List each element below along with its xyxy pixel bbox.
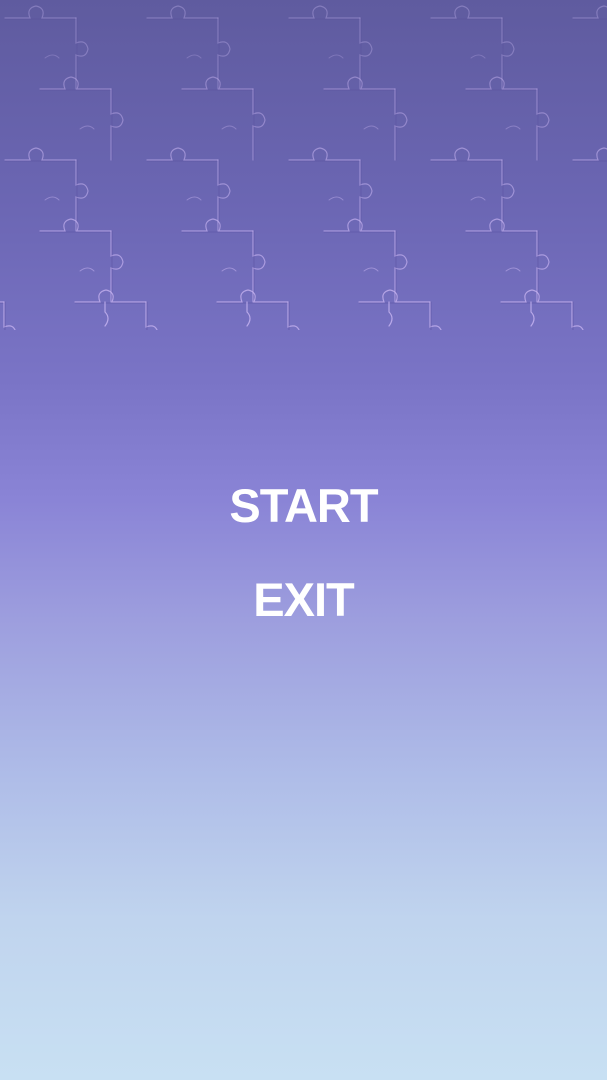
puzzle-edge	[501, 159, 515, 232]
puzzle-edge	[572, 5, 607, 19]
puzzle-edge	[252, 88, 266, 161]
puzzle-edge	[470, 196, 486, 201]
puzzle-edge	[363, 125, 379, 130]
puzzle-edge	[221, 125, 237, 130]
exit-button[interactable]: EXIT	[0, 572, 607, 627]
puzzle-edge	[217, 159, 231, 232]
puzzle-edge	[430, 5, 503, 19]
puzzle-edge	[246, 301, 251, 327]
puzzle-edge	[536, 88, 550, 161]
puzzle-edge	[110, 230, 124, 303]
puzzle-edge	[145, 301, 158, 330]
puzzle-edge	[287, 301, 300, 330]
puzzle-edge	[572, 147, 607, 161]
puzzle-edge	[359, 17, 373, 90]
game-menu-screen: START EXIT	[0, 0, 607, 1080]
puzzle-edge	[79, 267, 95, 272]
puzzle-edge	[505, 267, 521, 272]
puzzle-edge	[394, 88, 408, 161]
puzzle-edge	[3, 301, 16, 330]
puzzle-edge	[146, 147, 219, 161]
puzzle-edge	[217, 17, 231, 90]
puzzle-edge	[104, 301, 109, 327]
puzzle-edge	[146, 5, 219, 19]
puzzle-edge	[186, 54, 202, 59]
puzzle-edge	[429, 301, 442, 330]
puzzle-edge	[221, 267, 237, 272]
puzzle-edge	[0, 301, 5, 303]
puzzle-edge	[44, 196, 60, 201]
puzzle-edge	[571, 301, 584, 330]
puzzle-edge	[4, 147, 77, 161]
puzzle-edge	[394, 230, 408, 303]
puzzle-edge	[252, 230, 266, 303]
puzzle-edge	[359, 159, 373, 232]
puzzle-edge	[328, 54, 344, 59]
puzzle-edge	[75, 159, 89, 232]
puzzle-edge	[75, 17, 89, 90]
puzzle-edge	[505, 125, 521, 130]
puzzle-edge	[288, 5, 361, 19]
puzzle-edge	[288, 147, 361, 161]
puzzle-edge	[388, 301, 393, 327]
puzzle-edge	[501, 17, 515, 90]
puzzle-edge	[536, 230, 550, 303]
start-button[interactable]: START	[0, 478, 607, 533]
puzzle-edge	[470, 54, 486, 59]
puzzle-edge	[530, 301, 535, 327]
puzzle-edge	[4, 5, 77, 19]
puzzle-edge	[430, 147, 503, 161]
puzzle-edge	[44, 54, 60, 59]
puzzle-edge	[186, 196, 202, 201]
puzzle-edge	[328, 196, 344, 201]
puzzle-pattern-background	[0, 5, 607, 330]
puzzle-edge	[363, 267, 379, 272]
puzzle-edge	[110, 88, 124, 161]
puzzle-edge	[79, 125, 95, 130]
